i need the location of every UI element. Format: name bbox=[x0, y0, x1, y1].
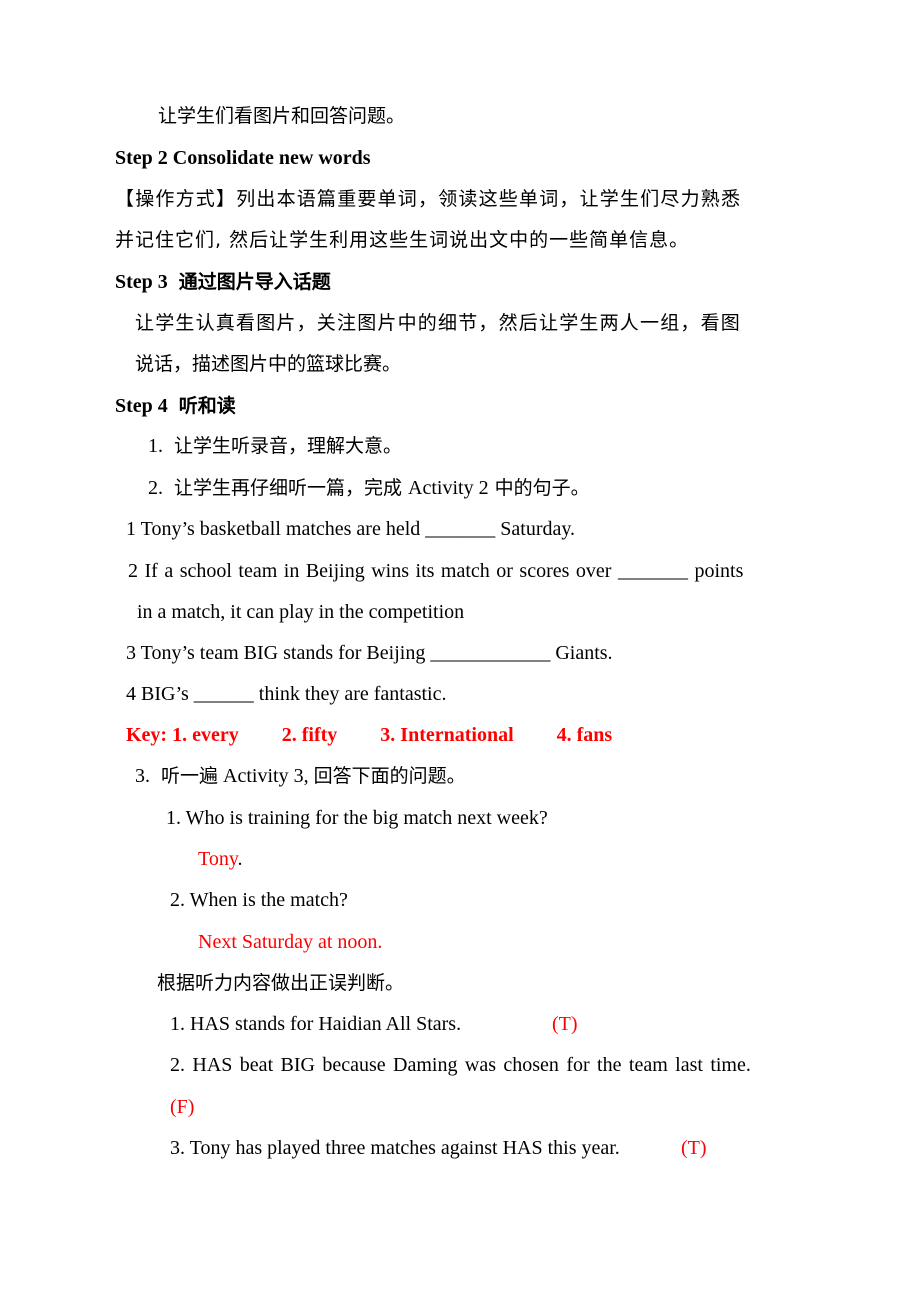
intro-line: 让学生们看图片和回答问题。 bbox=[158, 105, 406, 127]
tf-item-1: 1. HAS stands for Haidian All Stars. bbox=[170, 1012, 461, 1036]
tf-item-1-answer: (T) bbox=[552, 1013, 578, 1035]
step3-heading-prefix: Step 3 bbox=[115, 271, 168, 293]
task-number: 2. bbox=[148, 477, 163, 499]
key-answer-4: 4. fans bbox=[556, 724, 613, 746]
step3-heading-zh: 通过图片导入话题 bbox=[178, 271, 331, 293]
step2-method-line2: 并记住它们, 然后让学生利用这些生词说出文中的一些简单信息。 bbox=[115, 229, 690, 251]
activity2-sentence-1: 1 Tony’s basketball matches are held ___… bbox=[126, 518, 576, 540]
task-number: 1. bbox=[148, 435, 163, 457]
task-text: 让学生听录音，理解大意。 bbox=[174, 435, 403, 457]
step3-heading: Step 3 通过图片导入话题 bbox=[115, 270, 331, 294]
activity2-sentence-2: 2 If a school team in Beijing wins its m… bbox=[128, 560, 744, 582]
step4-heading-zh: 听和读 bbox=[178, 395, 236, 417]
answer-key: Key: 1. every 2. fifty 3. International … bbox=[126, 723, 612, 747]
tf-item-3-answer: (T) bbox=[681, 1137, 707, 1159]
question-1: 1. Who is training for the big match nex… bbox=[166, 807, 548, 829]
answer-text: Tony bbox=[198, 848, 238, 870]
task-text-post: 中的句子。 bbox=[488, 477, 590, 499]
task-text-pre: 听一遍 bbox=[161, 765, 219, 787]
step2-heading: Step 2 Consolidate new words bbox=[115, 147, 371, 169]
activity2-sentence-3: 3 Tony’s team BIG stands for Beijing ___… bbox=[126, 642, 613, 664]
step3-line2: 说话，描述图片中的篮球比赛。 bbox=[135, 353, 402, 375]
activity2-sentence-4: 4 BIG’s ______ think they are fantastic. bbox=[126, 683, 447, 705]
step4-task-1: 1. 让学生听录音，理解大意。 bbox=[148, 434, 402, 458]
step4-task-2: 2. 让学生再仔细听一篇，完成 Activity 2 中的句子。 bbox=[148, 476, 590, 500]
question-2-answer: Next Saturday at noon. bbox=[198, 931, 383, 953]
key-label: Key: 1. every bbox=[126, 724, 239, 746]
step4-heading-prefix: Step 4 bbox=[115, 395, 168, 417]
tf-statement: 1. HAS stands for Haidian All Stars. bbox=[170, 1013, 462, 1035]
tf-instruction: 根据听力内容做出正误判断。 bbox=[157, 972, 405, 994]
step4-heading: Step 4 听和读 bbox=[115, 394, 236, 418]
key-answer-2: 2. fifty bbox=[281, 724, 338, 746]
task-text-pre: 让学生再仔细听一篇，完成 bbox=[174, 477, 409, 499]
tf-item-2: 2. HAS beat BIG because Daming was chose… bbox=[170, 1054, 751, 1076]
question-2: 2. When is the match? bbox=[170, 889, 348, 911]
tf-item-2-answer: (F) bbox=[170, 1096, 195, 1118]
step3-line1: 让学生认真看图片，关注图片中的细节，然后让学生两人一组，看图 bbox=[135, 312, 742, 334]
answer-suffix: . bbox=[237, 848, 243, 870]
task-number: 3. bbox=[135, 765, 150, 787]
activity2-sentence-2-cont: in a match, it can play in the competiti… bbox=[137, 601, 465, 623]
key-answer-3: 3. International bbox=[380, 724, 514, 746]
step4-task-3: 3. 听一遍 Activity 3, 回答下面的问题。 bbox=[135, 764, 466, 788]
task-text-en: Activity 3, bbox=[218, 765, 314, 787]
question-1-answer: Tony. bbox=[198, 847, 243, 871]
task-text-en: Activity 2 bbox=[408, 477, 489, 499]
tf-item-3: 3. Tony has played three matches against… bbox=[170, 1137, 620, 1159]
task-text-post: 回答下面的问题。 bbox=[313, 765, 466, 787]
step2-method-line1: 【操作方式】列出本语篇重要单词，领读这些单词，让学生们尽力熟悉 bbox=[115, 188, 742, 210]
